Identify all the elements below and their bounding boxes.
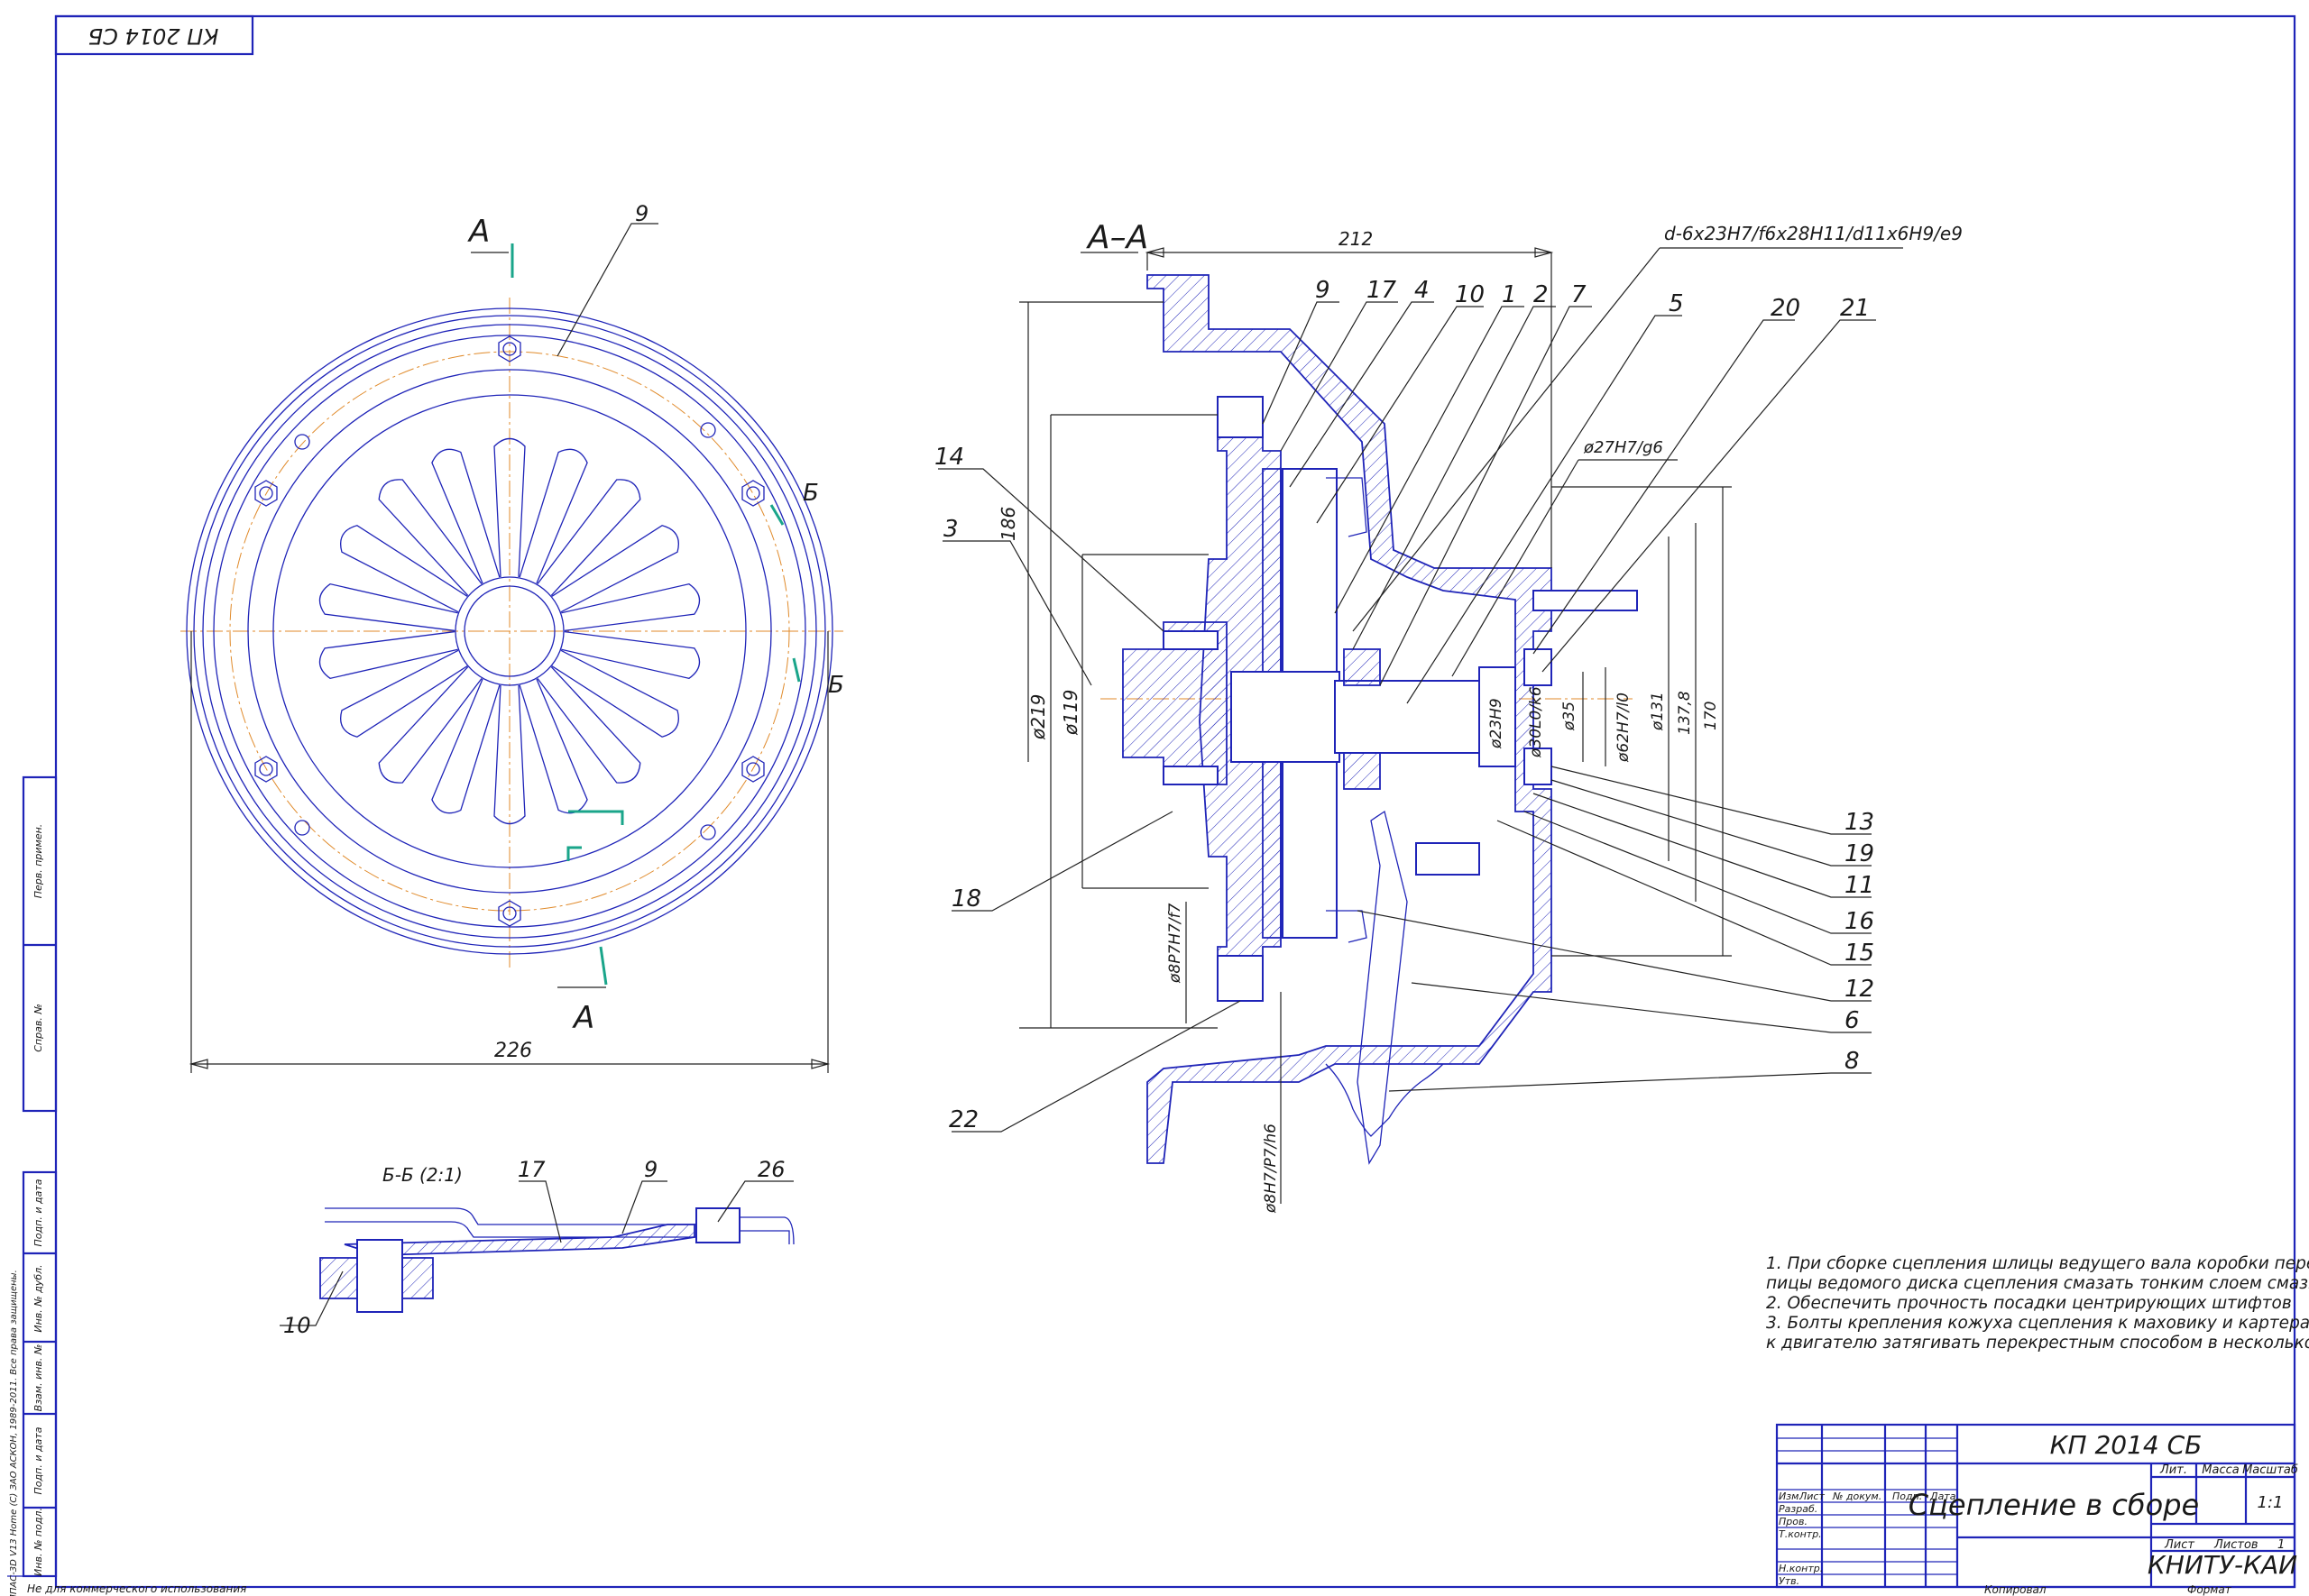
spline-spec: d-6x23H7/f6x28H11/d11x6H9/e9 [1664,223,1963,244]
dim-bottom-1: ø8H7/P7/h6 [1262,1124,1280,1214]
note-line-0: 1. При сборке сцепления шлицы ведущего в… [1766,1254,2309,1273]
callout-20: 20 [1771,295,1800,322]
callout-2: 2 [1533,281,1549,308]
side-label-5: Подп. и дата [32,1426,44,1494]
dim-left-186: 186 [998,507,1019,541]
title-block: КП 2014 СБ Сцепление в сборе КНИТУ-КАИ Л… [1775,1423,2298,1589]
side-label-6: Инв. № подл. [32,1508,44,1576]
plan-width-dim: 226 [494,1040,532,1062]
tb-role-0: Разраб. [1779,1503,1817,1515]
detail-callout-26: 26 [758,1157,786,1182]
tb-scale: 1:1 [2258,1493,2284,1512]
callout-16: 16 [1844,908,1874,935]
callout-19: 19 [1844,840,1874,867]
detail-callout-10: 10 [283,1313,311,1338]
top-stamp-code: КП 2014 СБ [88,23,219,49]
drawing-sheet: КП 2014 СБ Перв. примен. Справ. № Подп. … [7,14,2309,1596]
release-fork [1357,810,1408,1165]
callout-11: 11 [1844,872,1874,899]
section-mark-b2: Б [828,672,844,699]
tb-doc-code: КП 2014 СБ [2050,1430,2203,1460]
side-label-0: Перв. примен. [32,824,44,899]
dim-right-3: ø62H7/l0 [1614,693,1633,763]
dim-right-0: ø23H9 [1487,698,1505,749]
note-line-2: 2. Обеспечить прочность посадки центриру… [1766,1294,2292,1313]
tb-sheet-label: Лист [2164,1538,2194,1552]
callout-1: 1 [1502,281,1517,308]
tb-role-4: Утв. [1779,1575,1799,1587]
technical-notes: 1. При сборке сцепления шлицы ведущего в… [1766,1254,2309,1353]
side-label-1: Справ. № [32,1004,44,1052]
note-line-4: к двигателю затягивать перекрестным спос… [1766,1334,2309,1353]
callout-17: 17 [1366,277,1397,304]
callout-5: 5 [1669,290,1684,317]
top-callouts: 9 17 4 10 1 2 7 5 20 21 [1262,277,1876,704]
tb-org: КНИТУ-КАИ [2148,1550,2297,1580]
callout-18: 18 [952,885,981,913]
callout-3: 3 [943,516,959,543]
footer-left: Не для коммерческого использования [27,1582,246,1595]
callout-12: 12 [1844,976,1874,1003]
callout-22: 22 [949,1106,979,1133]
dim-left-119: ø119 [1060,690,1081,736]
detail-callout-9: 9 [644,1157,658,1182]
note-line-3: 3. Болты крепления кожуха сцепления к ма… [1766,1314,2309,1333]
top-stamp: КП 2014 СБ [54,14,254,56]
section-view: А–А 212 d-6x23H7/f6x28H11/d11x6H9/e9 ø27… [934,219,1963,1214]
detail-title: Б-Б (2:1) [382,1164,463,1186]
dim-right-6: 170 [1702,702,1720,730]
dim-bottom-0: ø8P7H7/f7 [1166,903,1184,984]
callout-15: 15 [1844,940,1874,967]
tb-sheets-label: Листов [2213,1538,2258,1552]
tb-col-mass: Масса [2202,1463,2239,1477]
section-mark-bottom: А [572,1000,594,1036]
tb-role-2: Т.контр. [1779,1528,1822,1540]
detail-view: Б-Б (2:1) 17 9 26 10 [280,1157,795,1338]
side-label-4: Взам. инв. № [32,1344,44,1412]
side-label-3: Инв. № дубл. [32,1264,44,1332]
footer-copied: Копировал [1984,1583,2047,1596]
callout-9: 9 [1315,277,1330,304]
tb-col-lit: Лит. [2159,1463,2187,1477]
callout-10: 10 [1455,281,1485,308]
callout-8: 8 [1844,1048,1860,1075]
callout-4: 4 [1414,277,1430,304]
detail-callout-17: 17 [518,1157,546,1182]
tb-sheets-value: 1 [2277,1538,2285,1552]
dim-right-4: ø131 [1649,692,1667,731]
plan-view: А А Б Б 9 226 [180,201,844,1073]
dim-right-5: 137,8 [1676,691,1694,735]
callout-7: 7 [1571,281,1587,308]
callout-13: 13 [1844,809,1874,836]
dim-right-2: ø35 [1560,702,1578,731]
note-line-1: пицы ведомого диска сцепления смазать то… [1766,1274,2309,1293]
callout-14: 14 [934,444,964,471]
tb-head-izm: Изм. [1779,1491,1802,1502]
footer-format: Формат [2187,1583,2232,1596]
fit-spec: ø27H7/g6 [1583,438,1663,457]
section-mark-top: А [467,214,490,250]
tb-head-date: Дата [1929,1491,1956,1502]
plan-leader-9: 9 [635,201,649,226]
tb-head-list: Лист [1798,1491,1825,1502]
callout-21: 21 [1840,295,1870,322]
dim-left-219: ø219 [1027,694,1049,740]
left-callouts: 14 3 18 22 [934,444,1241,1133]
tb-head-sign: Подп. [1892,1491,1922,1502]
side-label-2: Подп. и дата [32,1179,44,1246]
dim-right-1: ø30L0/k6 [1527,686,1545,758]
tb-head-doc: № докум. [1832,1491,1881,1502]
tb-col-scale: Масштаб [2242,1463,2298,1477]
right-callouts: 13 19 11 16 15 12 6 8 [1357,766,1874,1092]
dim-top-212: 212 [1338,228,1373,250]
side-copyright: КОМПАС-3D V13 Home (С) ЗАО АСКОН, 1989-2… [9,1270,19,1596]
section-title: А–А [1086,219,1148,256]
input-shaft [1334,680,1503,754]
section-mark-b1: Б [803,480,819,507]
tb-role-1: Пров. [1779,1516,1808,1527]
callout-6: 6 [1844,1007,1860,1034]
side-strip: Перв. примен. Справ. № Подп. и дата Инв.… [9,775,58,1596]
tb-role-3: Н.контр. [1779,1563,1823,1574]
